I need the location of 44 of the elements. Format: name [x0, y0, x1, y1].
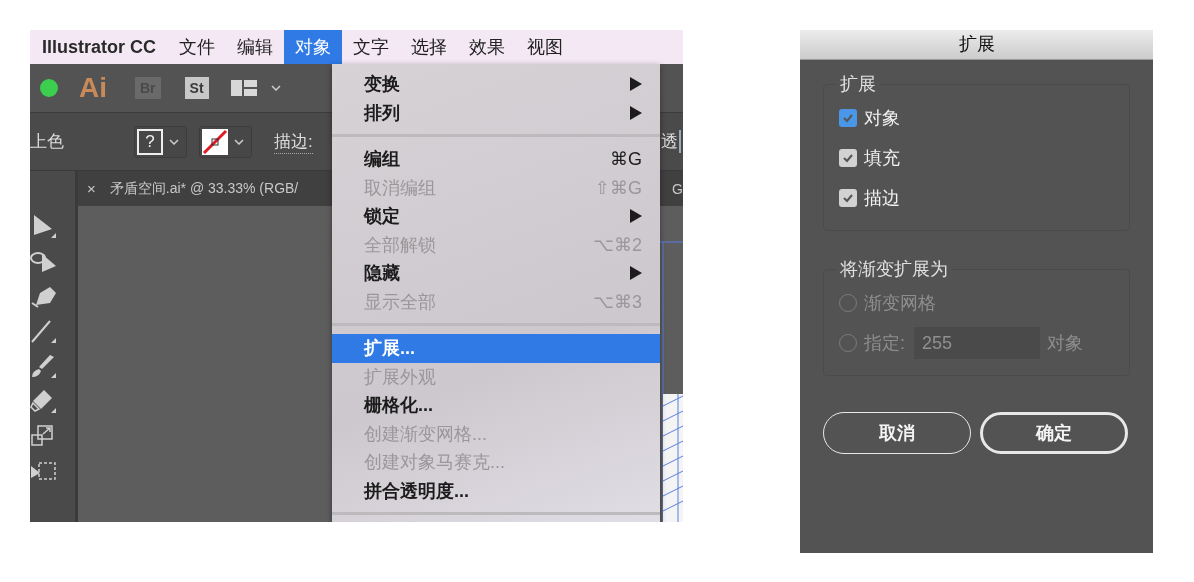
mode-label: 上色 — [30, 131, 65, 153]
dialog-button[interactable]: 确定 — [980, 412, 1128, 454]
menu-item[interactable]: 变换 — [332, 70, 660, 99]
app-name: Illustrator CC — [41, 36, 157, 58]
fill-swatch[interactable]: ? — [134, 125, 187, 158]
menu-title[interactable]: 选择 — [400, 30, 458, 64]
checkbox-label: 描边 — [864, 187, 900, 210]
submenu-arrow-icon — [630, 77, 642, 92]
stroke-label: 描边: — [274, 129, 313, 154]
chevron-icon[interactable] — [270, 85, 281, 91]
menu-item[interactable]: 栅格化... — [332, 391, 660, 420]
menu-item[interactable]: 排列 — [332, 98, 660, 127]
radio-label: 指定: — [864, 332, 905, 355]
menu-item[interactable]: 编组 ⌘G — [332, 145, 660, 174]
app-logo: Ai — [79, 72, 107, 104]
menu-title[interactable]: 对象 — [284, 30, 342, 64]
dialog-title: 扩展 — [800, 30, 1153, 60]
menu-item[interactable]: 隐藏 — [332, 259, 660, 288]
menu-item[interactable]: 扩展... — [332, 334, 660, 363]
submenu-arrow-icon — [630, 266, 642, 281]
shortcut: ⌘G — [610, 148, 642, 171]
menu-title[interactable]: 效果 — [458, 30, 516, 64]
document-tab-tail[interactable]: G — [672, 180, 683, 197]
radio-label: 渐变网格 — [864, 292, 936, 315]
submenu-arrow-icon — [630, 105, 642, 120]
chevron-icon — [169, 138, 179, 145]
stroke-swatch[interactable] — [199, 125, 252, 158]
menu-item[interactable]: 拼合透明度... — [332, 476, 660, 505]
layout-icon[interactable] — [230, 79, 257, 97]
group-label: 扩展 — [839, 73, 877, 96]
group-label: 将渐变扩展为 — [839, 258, 949, 281]
status-dot-icon — [39, 78, 59, 98]
menu-title[interactable]: 文件 — [168, 30, 226, 64]
menu-item[interactable]: 锁定 — [332, 202, 660, 231]
dialog-button[interactable]: 取消 — [823, 412, 971, 454]
close-tab-button[interactable]: × — [87, 180, 96, 197]
menu-title[interactable]: 视图 — [516, 30, 574, 64]
unit-label: 对象 — [1047, 332, 1083, 355]
checkbox-label: 填充 — [864, 147, 900, 170]
stock-button[interactable]: St — [184, 77, 209, 99]
menu-title[interactable]: 文字 — [342, 30, 400, 64]
checkbox-label: 对象 — [864, 107, 900, 130]
menu-title[interactable]: 编辑 — [226, 30, 284, 64]
submenu-arrow-icon — [630, 209, 642, 224]
